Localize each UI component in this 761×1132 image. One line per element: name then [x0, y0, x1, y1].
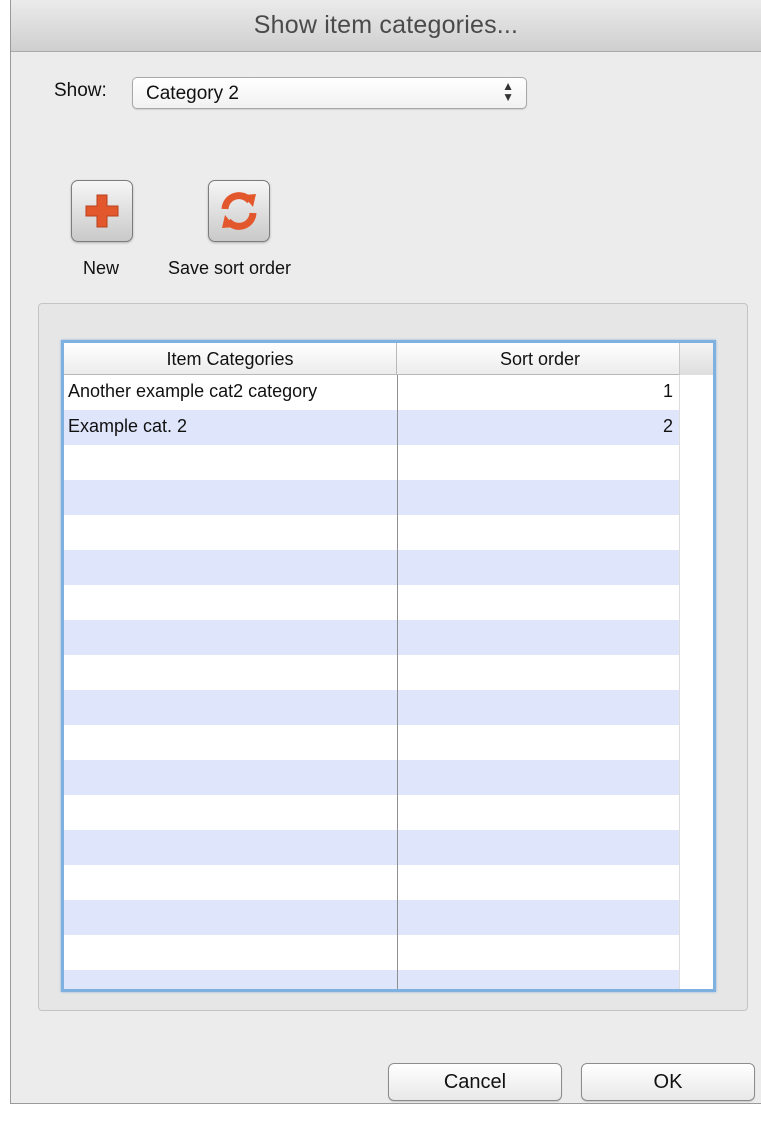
empty-table-row[interactable]: [64, 480, 679, 515]
show-select[interactable]: Category 2 ▲ ▼: [132, 77, 527, 109]
cancel-button[interactable]: Cancel: [388, 1063, 562, 1101]
empty-table-row[interactable]: [64, 865, 679, 900]
dialog-window: Show item categories... Show: Category 2…: [10, 0, 761, 1104]
empty-table-row[interactable]: [64, 620, 679, 655]
empty-table-row[interactable]: [64, 970, 679, 989]
empty-table-row[interactable]: [64, 515, 679, 550]
empty-table-row[interactable]: [64, 900, 679, 935]
show-select-value: Category 2: [146, 83, 239, 104]
title-bar[interactable]: Show item categories...: [11, 0, 761, 52]
empty-table-row[interactable]: [64, 830, 679, 865]
table-panel: Item Categories Sort order Another examp…: [38, 303, 748, 1011]
show-label: Show:: [54, 80, 107, 101]
ok-button[interactable]: OK: [581, 1063, 755, 1101]
sort-order-cell: 1: [662, 381, 673, 401]
category-name-cell: Example cat. 2: [68, 416, 188, 436]
window-title: Show item categories...: [253, 11, 519, 39]
empty-table-row[interactable]: [64, 795, 679, 830]
categories-table[interactable]: Item Categories Sort order Another examp…: [61, 340, 716, 992]
save-sort-order-label: Save sort order: [168, 258, 292, 278]
empty-table-row[interactable]: [64, 690, 679, 725]
column-header-item-categories[interactable]: Item Categories: [64, 343, 397, 375]
save-sort-order-button[interactable]: [208, 180, 270, 242]
vertical-scrollbar[interactable]: [679, 375, 713, 989]
table-header: Item Categories Sort order: [64, 343, 713, 375]
plus-icon: [85, 194, 119, 228]
empty-table-row[interactable]: [64, 445, 679, 480]
empty-table-row[interactable]: [64, 760, 679, 795]
column-divider: [397, 375, 398, 989]
header-corner: [679, 343, 713, 375]
category-name-cell: Another example cat2 category: [68, 381, 318, 401]
table-row[interactable]: Example cat. 2 2: [64, 410, 679, 445]
empty-table-row[interactable]: [64, 550, 679, 585]
empty-table-row[interactable]: [64, 655, 679, 690]
table-rows: Another example cat2 category 1 Example ca…: [64, 375, 679, 989]
select-arrows-icon: ▲ ▼: [502, 79, 514, 104]
empty-table-row[interactable]: [64, 725, 679, 760]
new-label: New: [83, 258, 120, 278]
empty-table-row[interactable]: [64, 585, 679, 620]
new-button[interactable]: [71, 180, 133, 242]
column-header-sort-order[interactable]: Sort order: [398, 343, 682, 375]
empty-table-row[interactable]: [64, 935, 679, 970]
table-row[interactable]: Another example cat2 category 1: [64, 375, 679, 410]
sort-order-cell: 2: [662, 416, 673, 436]
refresh-icon: [221, 192, 257, 230]
